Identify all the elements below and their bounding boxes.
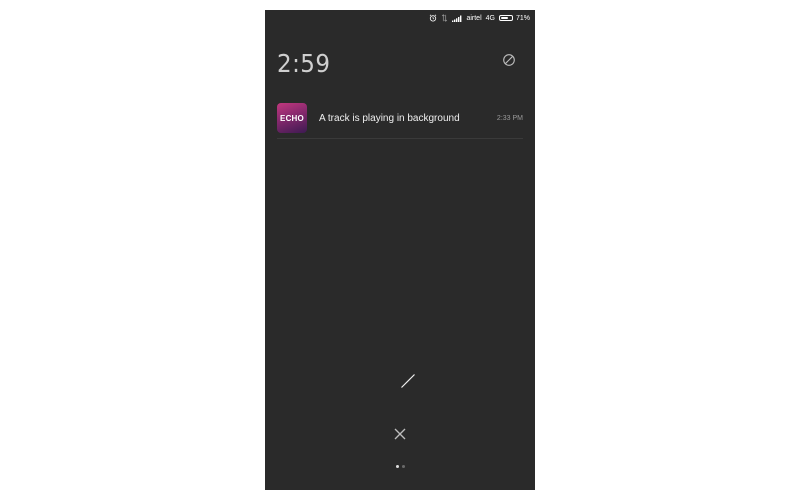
battery-indicator: 71% [498, 14, 530, 22]
clear-notifications-button[interactable] [391, 425, 409, 443]
echo-app-icon: ECHO [277, 103, 307, 133]
clock-time: 2:59 [277, 49, 331, 78]
data-arrows-icon [441, 14, 448, 22]
notification-shade: airtel 4G 71% 2:59 ECHO A track is playi… [265, 10, 535, 490]
page-indicator [265, 465, 535, 468]
do-not-disturb-icon[interactable] [502, 53, 516, 67]
page-dot-2[interactable] [401, 465, 405, 468]
notification-item[interactable]: ECHO A track is playing in background 2:… [277, 98, 523, 139]
alarm-icon [429, 14, 437, 22]
page-dot-1[interactable] [395, 465, 399, 468]
network-label: 4G [485, 14, 495, 22]
status-bar: airtel 4G 71% [265, 10, 535, 26]
battery-percent: 71% [515, 14, 530, 22]
carrier-label: airtel [466, 14, 482, 22]
battery-fill [500, 17, 508, 19]
notification-time: 2:33 PM [496, 114, 523, 122]
battery-icon [498, 15, 513, 21]
slash-icon [400, 373, 416, 389]
notification-message: A track is playing in background [319, 112, 460, 124]
signal-icon [452, 15, 462, 22]
close-icon [394, 428, 406, 440]
